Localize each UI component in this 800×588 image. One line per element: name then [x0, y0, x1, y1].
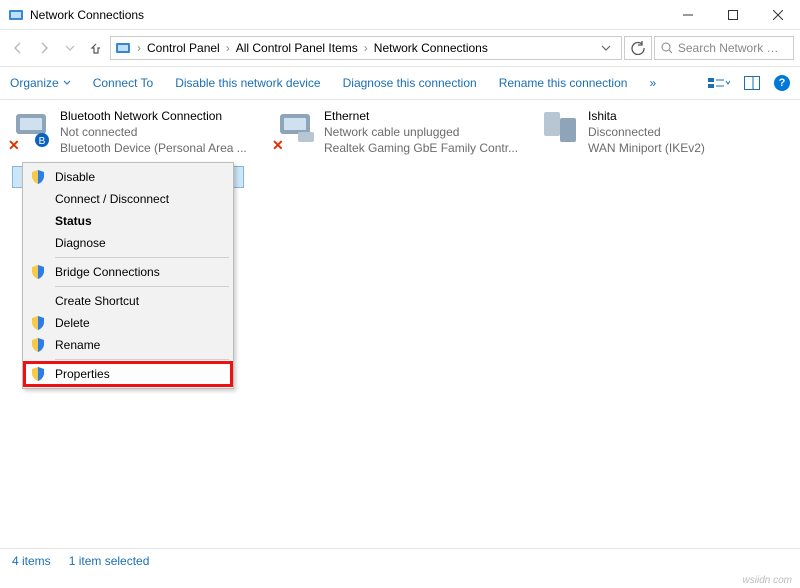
- rename-connection-button[interactable]: Rename this connection: [499, 76, 628, 90]
- network-adapter-icon: [540, 108, 580, 148]
- diagnose-connection-button[interactable]: Diagnose this connection: [343, 76, 477, 90]
- adapter-item-ethernet[interactable]: ✕ Ethernet Network cable unplugged Realt…: [276, 108, 516, 156]
- search-placeholder: Search Network Con...: [678, 41, 787, 55]
- menu-separator: [55, 359, 229, 360]
- context-menu: Disable Connect / Disconnect Status Diag…: [22, 162, 234, 389]
- ctx-rename[interactable]: Rename: [25, 334, 231, 356]
- adapter-name: Ethernet: [324, 108, 518, 124]
- adapter-item-bluetooth[interactable]: B ✕ Bluetooth Network Connection Not con…: [12, 108, 252, 156]
- address-bar[interactable]: › Control Panel › All Control Panel Item…: [110, 36, 622, 60]
- shield-icon: [31, 338, 45, 352]
- adapter-status: Not connected: [60, 124, 247, 140]
- status-selected-count: 1 item selected: [69, 554, 150, 568]
- preview-pane-button[interactable]: [744, 76, 760, 90]
- watermark: wsiidn com: [743, 575, 792, 586]
- navigation-row: › Control Panel › All Control Panel Item…: [0, 30, 800, 66]
- chevron-down-icon: [63, 79, 71, 87]
- ctx-properties[interactable]: Properties: [25, 363, 231, 385]
- command-bar: Organize Connect To Disable this network…: [0, 66, 800, 100]
- maximize-button[interactable]: [710, 0, 755, 30]
- adapter-item-ishita[interactable]: Ishita Disconnected WAN Miniport (IKEv2): [540, 108, 780, 156]
- shield-icon: [31, 367, 45, 381]
- chevron-right-icon[interactable]: ›: [135, 41, 143, 55]
- breadcrumb[interactable]: Network Connections: [374, 41, 488, 55]
- back-button[interactable]: [6, 36, 30, 60]
- adapter-status: Network cable unplugged: [324, 124, 518, 140]
- refresh-button[interactable]: [624, 36, 652, 60]
- shield-icon: [31, 316, 45, 330]
- more-commands-button[interactable]: »: [649, 76, 656, 90]
- ctx-delete[interactable]: Delete: [25, 312, 231, 334]
- window-controls: [665, 0, 800, 30]
- forward-button[interactable]: [32, 36, 56, 60]
- adapter-device: Bluetooth Device (Personal Area ...: [60, 140, 247, 156]
- ctx-status[interactable]: Status: [25, 210, 231, 232]
- ctx-connect-disconnect[interactable]: Connect / Disconnect: [25, 188, 231, 210]
- minimize-button[interactable]: [665, 0, 710, 30]
- organize-menu[interactable]: Organize: [10, 76, 71, 90]
- breadcrumb[interactable]: Control Panel: [147, 41, 220, 55]
- adapter-status: Disconnected: [588, 124, 705, 140]
- ctx-bridge-connections[interactable]: Bridge Connections: [25, 261, 231, 283]
- view-options-button[interactable]: [708, 76, 730, 90]
- adapter-device: Realtek Gaming GbE Family Contr...: [324, 140, 518, 156]
- menu-separator: [55, 257, 229, 258]
- ctx-create-shortcut[interactable]: Create Shortcut: [25, 290, 231, 312]
- status-item-count: 4 items: [12, 554, 51, 568]
- up-button[interactable]: [84, 36, 108, 60]
- window-title: Network Connections: [30, 8, 144, 22]
- adapter-name: Ishita: [588, 108, 705, 124]
- address-dropdown[interactable]: [595, 43, 617, 53]
- ctx-diagnose[interactable]: Diagnose: [25, 232, 231, 254]
- status-bar: 4 items 1 item selected: [0, 548, 800, 572]
- control-panel-icon: [8, 7, 24, 23]
- recent-locations-button[interactable]: [58, 36, 82, 60]
- adapter-name: Bluetooth Network Connection: [60, 108, 247, 124]
- breadcrumb[interactable]: All Control Panel Items: [236, 41, 358, 55]
- disable-device-button[interactable]: Disable this network device: [175, 76, 320, 90]
- content-area: B ✕ Bluetooth Network Connection Not con…: [0, 100, 800, 562]
- ctx-disable[interactable]: Disable: [25, 166, 231, 188]
- error-x-icon: ✕: [272, 137, 284, 154]
- error-x-icon: ✕: [8, 137, 20, 154]
- adapter-device: WAN Miniport (IKEv2): [588, 140, 705, 156]
- search-input[interactable]: Search Network Con...: [654, 36, 794, 60]
- shield-icon: [31, 170, 45, 184]
- close-button[interactable]: [755, 0, 800, 30]
- chevron-right-icon[interactable]: ›: [362, 41, 370, 55]
- titlebar: Network Connections: [0, 0, 800, 30]
- svg-text:B: B: [39, 136, 46, 147]
- help-button[interactable]: ?: [774, 75, 790, 91]
- menu-separator: [55, 286, 229, 287]
- shield-icon: [31, 265, 45, 279]
- chevron-right-icon[interactable]: ›: [224, 41, 232, 55]
- search-icon: [661, 42, 672, 54]
- connect-to-button[interactable]: Connect To: [93, 76, 154, 90]
- location-icon: [115, 40, 131, 56]
